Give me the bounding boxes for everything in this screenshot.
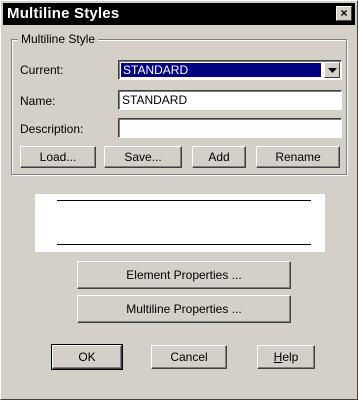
current-combobox-value: STANDARD [121, 63, 321, 77]
multiline-styles-dialog: Multiline Styles × Multiline Style Curre… [0, 0, 358, 400]
close-button[interactable]: × [336, 6, 352, 21]
close-icon: × [340, 6, 348, 20]
element-properties-button[interactable]: Element Properties ... [77, 261, 291, 289]
multiline-preview [35, 194, 325, 252]
title-bar: Multiline Styles × [3, 3, 355, 25]
rename-button[interactable]: Rename [256, 146, 340, 168]
preview-top-line [57, 200, 311, 201]
name-field[interactable]: STANDARD [118, 90, 342, 110]
current-combobox[interactable]: STANDARD [118, 60, 342, 80]
cancel-button[interactable]: Cancel [151, 345, 227, 369]
load-button[interactable]: Load... [20, 146, 96, 168]
chevron-down-icon [328, 68, 337, 73]
save-button[interactable]: Save... [104, 146, 182, 168]
multiline-style-group: Multiline Style Current: STANDARD Name: … [11, 32, 347, 175]
help-button[interactable]: Help [257, 345, 315, 369]
group-label: Multiline Style [18, 32, 99, 46]
combobox-dropdown-button[interactable] [324, 62, 340, 78]
preview-bottom-line [57, 244, 311, 245]
dialog-title: Multiline Styles [7, 5, 120, 22]
ok-button[interactable]: OK [51, 344, 123, 370]
multiline-properties-button[interactable]: Multiline Properties ... [77, 295, 291, 323]
description-field[interactable] [118, 118, 342, 138]
description-label: Description: [20, 122, 84, 136]
help-label-rest: elp [282, 350, 299, 364]
add-button[interactable]: Add [192, 146, 246, 168]
current-label: Current: [20, 63, 64, 77]
name-label: Name: [20, 94, 56, 108]
